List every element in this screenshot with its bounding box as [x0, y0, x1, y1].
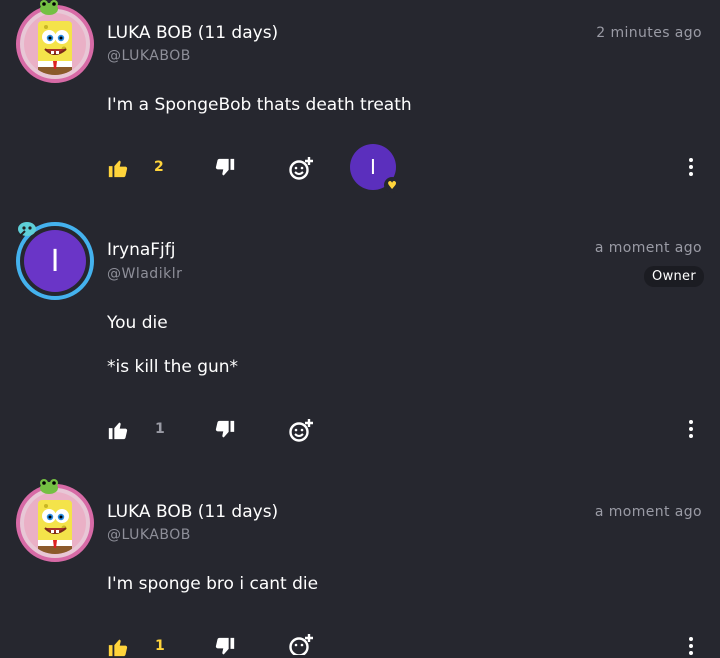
add-reaction-icon[interactable]: [288, 633, 314, 655]
username[interactable]: IrynaFjfj: [107, 240, 175, 260]
spongebob-avatar-icon: [24, 13, 86, 75]
more-options-icon[interactable]: [688, 158, 694, 178]
like-icon[interactable]: [107, 419, 129, 441]
user-handle: @LUKABOB: [107, 48, 191, 64]
timestamp: a moment ago: [594, 504, 702, 520]
user-handle: @LUKABOB: [107, 527, 191, 543]
timestamp: a moment ago: [594, 240, 702, 256]
more-options-icon[interactable]: [688, 420, 694, 440]
like-count: 2: [154, 159, 164, 175]
comment-text: You die: [107, 313, 168, 333]
more-options-icon[interactable]: [688, 637, 694, 655]
user-handle: @Wladiklr: [107, 266, 183, 282]
like-count: 1: [155, 421, 165, 437]
reactor-initial: I: [370, 155, 376, 179]
comment-text: I'm sponge bro i cant die: [107, 574, 319, 594]
username[interactable]: LUKA BOB (11 days): [107, 502, 278, 522]
owner-badge: Owner: [644, 266, 704, 287]
comment-text: I'm a SpongeBob thats death treath: [107, 95, 412, 115]
timestamp: 2 minutes ago: [596, 25, 702, 41]
comment-text: *is kill the gun*: [107, 357, 239, 377]
avatar[interactable]: [16, 0, 94, 83]
like-count: 1: [155, 638, 165, 654]
sticker-badge-icon: [18, 222, 36, 237]
reaction-avatar[interactable]: I ♥: [350, 144, 400, 193]
spongebob-avatar-icon: [24, 492, 86, 554]
avatar[interactable]: [16, 479, 94, 562]
add-reaction-icon[interactable]: [288, 156, 314, 182]
add-reaction-icon[interactable]: [288, 418, 314, 444]
dislike-icon[interactable]: [214, 157, 236, 179]
avatar-initial: I: [50, 243, 60, 279]
username[interactable]: LUKA BOB (11 days): [107, 23, 278, 43]
frog-badge-icon: [40, 479, 58, 494]
dislike-icon[interactable]: [214, 419, 236, 441]
heart-icon: ♥: [384, 177, 400, 193]
like-icon[interactable]: [107, 157, 129, 179]
frog-badge-icon: [40, 0, 58, 15]
avatar[interactable]: I: [16, 222, 94, 300]
